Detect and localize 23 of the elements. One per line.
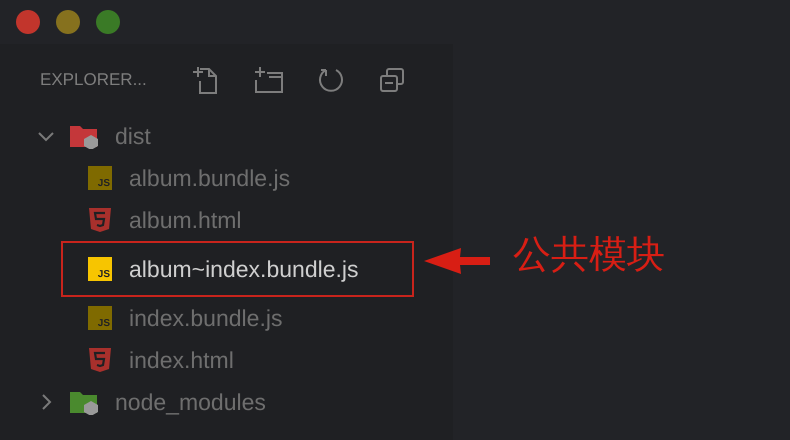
collapse-all-icon[interactable] — [379, 66, 405, 92]
folder-item[interactable]: node_modules — [0, 381, 453, 423]
explorer-title: EXPLORER... — [40, 70, 148, 90]
js-file-icon: JS — [88, 257, 112, 281]
file-item[interactable]: JS album.bundle.js — [0, 157, 453, 199]
folder-item[interactable]: dist — [0, 115, 453, 157]
file-item[interactable]: JS index.bundle.js — [0, 297, 453, 339]
window-control-button[interactable] — [16, 10, 40, 34]
new-folder-icon[interactable] — [253, 66, 283, 94]
js-file-icon: JS — [88, 306, 112, 330]
folder-icon — [69, 123, 101, 149]
new-file-icon[interactable] — [190, 66, 218, 94]
file-item[interactable]: index.html — [0, 339, 453, 381]
refresh-icon[interactable] — [318, 66, 344, 92]
html-file-icon — [88, 347, 112, 373]
js-file-icon: JS — [88, 166, 112, 190]
file-item[interactable]: JS album~index.bundle.js — [61, 241, 414, 297]
file-item[interactable]: album.html — [0, 199, 453, 241]
window-control-button[interactable] — [56, 10, 80, 34]
folder-icon — [69, 389, 101, 415]
window-control-button[interactable] — [96, 10, 120, 34]
annotation-label: 公共模块 — [513, 231, 665, 278]
html-file-icon — [88, 207, 112, 233]
